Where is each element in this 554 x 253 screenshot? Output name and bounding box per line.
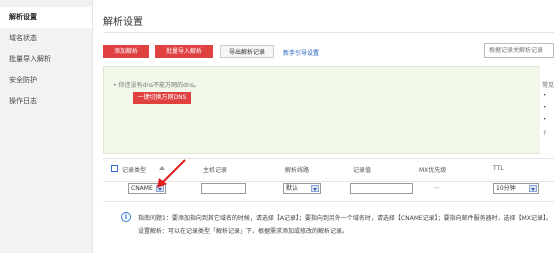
info-panel xyxy=(103,201,554,246)
faq-title: 常见 xyxy=(542,82,554,89)
column-header-ttl: TTL xyxy=(493,165,504,172)
notice-text: • 你还没有dns不能万网的dns。 xyxy=(113,82,200,89)
column-header-value: 记录值 xyxy=(353,167,372,174)
search-input[interactable] xyxy=(484,43,554,58)
info-line-2: 设置解析：可以在记录类型「解析记录」下，根据需求添加或修改的解析记录。 xyxy=(138,228,349,235)
table-header xyxy=(103,158,554,182)
info-line-1: 指南问题1：要添加指向到其它域名的时候，请选择【A记录】；要指向到另外一个域名时… xyxy=(138,215,552,222)
divider xyxy=(103,32,554,33)
sidebar-item-dns-settings[interactable]: 解析设置 xyxy=(0,7,92,28)
export-records-button[interactable]: 导出解析记录 xyxy=(220,45,274,58)
column-header-mx: MX优先级 xyxy=(419,167,447,174)
sidebar-item-domain-status[interactable]: 域名状态 xyxy=(0,28,92,49)
faq-item[interactable]: • xyxy=(543,116,547,123)
faq-item[interactable]: • xyxy=(543,92,547,99)
sort-up-icon[interactable] xyxy=(159,166,165,170)
page-title: 解析设置 xyxy=(103,17,143,28)
ttl-value: 10分钟 xyxy=(496,185,516,192)
chevron-down-icon xyxy=(529,185,537,192)
info-icon: i xyxy=(121,212,131,222)
switch-dns-button[interactable]: 一键切换万网DNS xyxy=(133,92,191,104)
column-header-host: 主机记录 xyxy=(203,167,228,174)
column-header-type[interactable]: 记录类型 xyxy=(122,165,146,174)
line-select[interactable]: 默认 xyxy=(283,183,321,194)
faq-item[interactable]: • xyxy=(543,104,547,111)
sidebar-item-logs[interactable]: 操作日志 xyxy=(0,91,92,112)
add-record-button[interactable]: 添加解析 xyxy=(103,45,149,58)
faq-column: 常见 • • • ? xyxy=(540,66,554,154)
mx-priority-placeholder: -- xyxy=(434,184,440,192)
line-value: 默认 xyxy=(286,185,299,192)
record-type-select[interactable]: CNAME xyxy=(128,183,166,194)
faq-item[interactable]: ? xyxy=(543,130,546,137)
ttl-select[interactable]: 10分钟 xyxy=(493,183,539,194)
main-panel: 解析设置 添加解析 批量导入解析 导出解析记录 新手引导设置 • 你还没有dns… xyxy=(93,0,554,253)
sidebar-item-batch-import[interactable]: 批量导入解析 xyxy=(0,49,92,70)
host-record-input[interactable] xyxy=(201,183,246,194)
chevron-down-icon xyxy=(311,185,319,192)
chevron-down-icon xyxy=(156,185,164,192)
sidebar: 解析设置 域名状态 批量导入解析 安全防护 操作日志 xyxy=(0,0,93,253)
record-type-value: CNAME xyxy=(131,185,153,192)
new-guide-link[interactable]: 新手引导设置 xyxy=(283,48,319,57)
select-all-checkbox[interactable] xyxy=(111,165,118,172)
batch-import-button[interactable]: 批量导入解析 xyxy=(155,45,213,58)
record-value-input[interactable] xyxy=(350,183,413,194)
sidebar-item-security[interactable]: 安全防护 xyxy=(0,70,92,91)
column-header-line: 解析线路 xyxy=(285,167,310,174)
